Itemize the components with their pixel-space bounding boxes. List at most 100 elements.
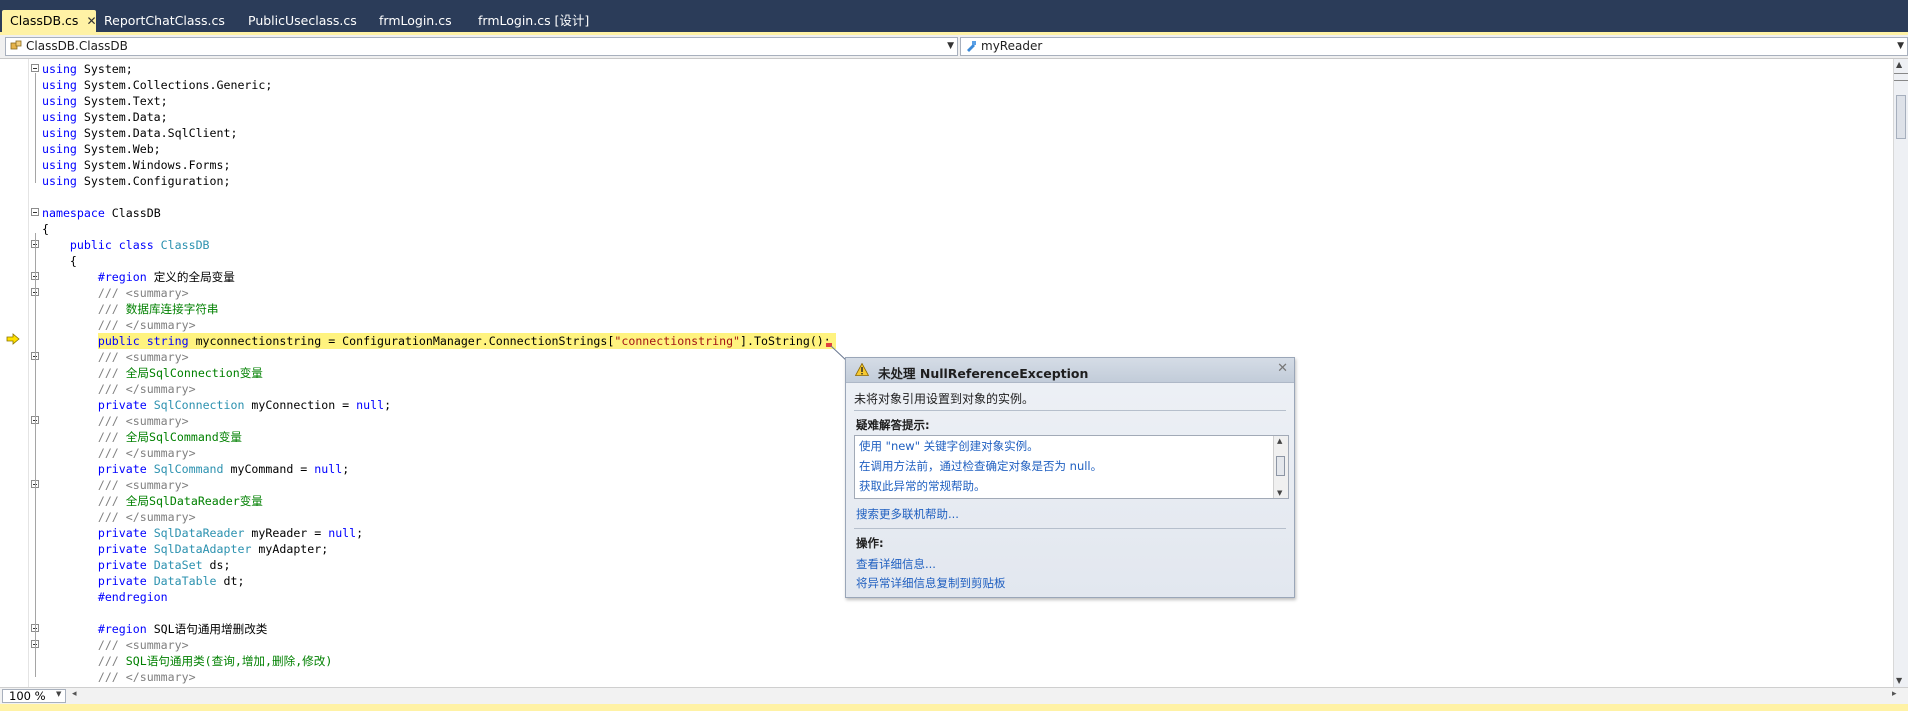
collapse-toggle-icon[interactable] [31,208,39,216]
code-line[interactable]: #region SQL语句通用增删改类 [0,621,1890,637]
code-line[interactable]: using System.Collections.Generic; [0,77,1890,93]
code-text: using System.Collections.Generic; [42,77,272,93]
member-dropdown[interactable]: myReader ▼ [960,37,1908,56]
code-text: /// </summary> [42,509,196,525]
tip-link[interactable]: 使用 "new" 关键字创建对象实例。 [859,438,1039,454]
code-token: myReader = [244,526,329,540]
code-line[interactable]: /// <summary> [0,637,1890,653]
code-token: ; [356,526,364,540]
search-online-help-link[interactable]: 搜索更多联机帮助... [856,506,959,522]
code-token: #endregion [97,590,168,604]
scroll-thumb[interactable] [1276,456,1285,476]
vertical-scrollbar[interactable]: ▲ ▼ [1893,59,1908,687]
code-token: using [42,110,77,124]
code-line[interactable]: #region 定义的全局变量 [0,269,1890,285]
chevron-down-icon[interactable]: ▼ [947,38,954,55]
tab-frmlogin-designer[interactable]: frmLogin.cs [设计] [470,10,597,32]
code-token: ClassDB [104,206,161,220]
code-line[interactable]: { [0,221,1890,237]
code-text: using System; [42,61,133,77]
code-line[interactable]: /// SQL语句通用类(查询,增加,删除,修改) [0,653,1890,669]
code-token: ds; [202,558,231,572]
code-line[interactable] [0,605,1890,621]
close-tab-icon[interactable]: ✕ [86,14,96,28]
code-line[interactable]: using System.Web; [0,141,1890,157]
chevron-down-icon[interactable]: ▼ [1897,38,1904,55]
code-line[interactable]: using System.Text; [0,93,1890,109]
tab-reportchatclass-cs[interactable]: ReportChatClass.cs [96,10,233,32]
code-line[interactable]: public string myconnectionstring = Confi… [0,333,1890,349]
code-line[interactable]: using System.Configuration; [0,173,1890,189]
tab-frmlogin-cs[interactable]: frmLogin.cs [371,10,460,32]
code-token: private [97,542,147,556]
zoom-value: 100 % [9,689,46,703]
code-token: using [42,78,77,92]
code-token: { [42,254,77,268]
tab-publicuseclass-cs[interactable]: PublicUseclass.cs [240,10,365,32]
code-line[interactable] [0,189,1890,205]
tip-link[interactable]: 在调用方法前，通过检查确定对象是否为 null。 [859,458,1102,474]
code-line[interactable]: using System.Data; [0,109,1890,125]
code-line[interactable]: /// <summary> [0,285,1890,301]
code-line[interactable]: public class ClassDB [0,237,1890,253]
scroll-down-icon[interactable]: ▼ [1277,489,1282,497]
tab-label: frmLogin.cs [379,13,452,28]
code-text: /// 数据库连接字符串 [42,301,219,317]
member-dropdown-value: myReader [981,39,1043,53]
code-token: using [42,62,77,76]
code-token: SQL语句通用增删改类 [146,622,268,636]
code-token: /// <summary> [97,638,189,652]
code-line[interactable]: using System.Windows.Forms; [0,157,1890,173]
code-line[interactable]: /// </summary> [0,669,1890,685]
outline-guide-line [35,233,36,677]
code-token: myCommand = [223,462,315,476]
code-token: 全局SqlDataReader变量 [118,494,263,508]
code-token: 定义的全局变量 [146,270,235,284]
split-handle[interactable] [1894,73,1908,81]
code-text: #region SQL语句通用增删改类 [42,621,268,637]
scroll-down-icon[interactable]: ▼ [1896,677,1906,685]
exception-message: 未将对象引用设置到对象的实例。 [854,392,1035,406]
code-token: /// [97,494,119,508]
code-line[interactable]: { [0,253,1890,269]
scroll-right-icon[interactable]: ▸ [1892,689,1897,699]
tab-classdb-cs[interactable]: ClassDB.cs ✕ [2,10,97,32]
scroll-thumb[interactable] [1896,95,1906,139]
code-token: /// [97,430,119,444]
type-dropdown[interactable]: ClassDB.ClassDB ▼ [5,37,958,56]
code-token: ].ToString(); [740,334,831,348]
scroll-up-icon[interactable]: ▲ [1896,61,1906,69]
code-token: ; [384,398,392,412]
scroll-left-icon[interactable]: ◂ [72,689,77,699]
scroll-up-icon[interactable]: ▲ [1277,437,1282,445]
code-token: using [42,126,77,140]
close-icon[interactable]: ✕ [1277,361,1288,376]
tip-link[interactable]: 获取此异常的常规帮助。 [859,478,986,494]
code-line[interactable]: using System.Data.SqlClient; [0,125,1890,141]
code-line[interactable]: namespace ClassDB [0,205,1890,221]
chevron-down-icon[interactable]: ▼ [56,690,61,698]
code-text: { [42,221,49,237]
code-token: System.Configuration; [76,174,231,188]
code-line[interactable]: /// </summary> [0,317,1890,333]
code-line[interactable]: /// 数据库连接字符串 [0,301,1890,317]
view-details-link[interactable]: 查看详细信息... [856,556,936,572]
troubleshooting-tips-list[interactable]: 使用 "new" 关键字创建对象实例。 在调用方法前，通过检查确定对象是否为 n… [854,435,1289,499]
collapse-toggle-icon[interactable] [31,64,39,72]
code-text: namespace ClassDB [42,205,161,221]
code-line[interactable]: using System; [0,61,1890,77]
tips-scrollbar[interactable]: ▲ ▼ [1273,436,1288,498]
code-text: using System.Data.SqlClient; [42,125,237,141]
code-text: /// </summary> [42,445,196,461]
copy-exception-link[interactable]: 将异常详细信息复制到剪贴板 [856,575,1006,591]
troubleshooting-label: 疑难解答提示: [856,418,930,432]
